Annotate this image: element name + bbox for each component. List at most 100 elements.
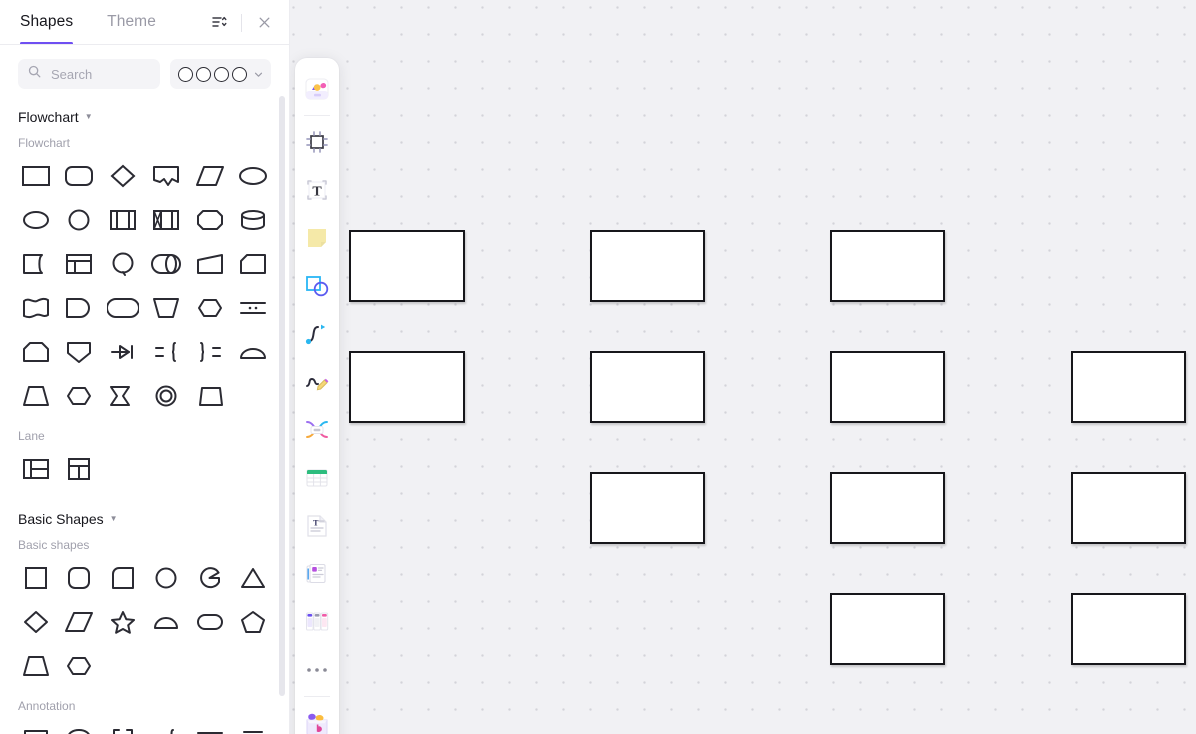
shape-arrow-flag[interactable] [101, 330, 145, 374]
search-input[interactable] [49, 65, 150, 83]
color-swatch-3[interactable] [214, 66, 229, 82]
shape-skewed-parallelogram[interactable] [188, 374, 232, 418]
shape-brackets[interactable] [101, 717, 145, 734]
color-swatch-4[interactable] [232, 66, 247, 82]
shape-card-notched[interactable] [232, 242, 276, 286]
shape-database-cylinder[interactable] [232, 198, 276, 242]
shape-ellipse-terminator[interactable] [232, 154, 276, 198]
shape-lane-vertical[interactable] [58, 447, 102, 491]
shape-lane-horizontal[interactable] [14, 447, 58, 491]
tool-kanban-board[interactable] [297, 598, 337, 646]
canvas-rect-r1c1[interactable] [349, 230, 465, 302]
shape-chevron-arrow[interactable] [101, 374, 145, 418]
shape-pill-ellipse[interactable] [188, 600, 232, 644]
tool-more[interactable] [297, 646, 337, 694]
tool-mind-map[interactable] [297, 406, 337, 454]
shape-curly-up-annotation[interactable] [232, 717, 276, 734]
tool-templates[interactable] [297, 699, 337, 734]
canvas-rect-r4c3[interactable] [830, 593, 945, 665]
shape-callout-round[interactable] [58, 717, 102, 734]
shape-stored-data[interactable] [14, 242, 58, 286]
shape-shield-pentagon-down[interactable] [58, 330, 102, 374]
shape-predefined-process[interactable] [101, 198, 145, 242]
shape-one-corner-rounded-square[interactable] [101, 556, 145, 600]
shape-home-plate-up[interactable] [14, 330, 58, 374]
shape-square[interactable] [14, 556, 58, 600]
shape-magnetic-drum[interactable] [145, 242, 189, 286]
shape-direct-access-storage[interactable] [101, 242, 145, 286]
canvas-rect-r2c2[interactable] [590, 351, 705, 423]
shape-trapezoid[interactable] [14, 374, 58, 418]
tab-shapes[interactable]: Shapes [20, 1, 74, 45]
canvas-rect-r2c1[interactable] [349, 351, 465, 423]
shape-half-ellipse-dome[interactable] [232, 330, 276, 374]
tool-shapes-library[interactable] [297, 65, 337, 113]
shape-pentagon[interactable] [232, 600, 276, 644]
section-header-flowchart[interactable]: Flowchart ▼ [0, 89, 289, 125]
tool-document[interactable]: T [297, 502, 337, 550]
canvas-rect-r2c3[interactable] [830, 351, 945, 423]
shape-triangle[interactable] [232, 556, 276, 600]
shape-process-rectangle[interactable] [14, 154, 58, 198]
color-swatch-group[interactable] [170, 59, 271, 89]
search-box[interactable] [18, 59, 160, 89]
canvas[interactable]: T T [290, 0, 1196, 734]
shape-brace-right[interactable] [145, 717, 189, 734]
tool-connector[interactable] [297, 310, 337, 358]
canvas-rect-r2c4[interactable] [1071, 351, 1186, 423]
shapes-scroll-area[interactable]: Flowchart ▼ Flowchart [0, 45, 289, 734]
shape-pie-slice[interactable] [188, 556, 232, 600]
shape-parallelogram[interactable] [58, 600, 102, 644]
chevron-down-icon[interactable]: ▼ [85, 113, 93, 121]
shape-circle-connector[interactable] [58, 198, 102, 242]
chevron-down-icon[interactable] [253, 69, 264, 80]
canvas-rect-r3c3[interactable] [830, 472, 945, 544]
shape-circle[interactable] [145, 556, 189, 600]
shape-document[interactable] [145, 154, 189, 198]
shape-oval[interactable] [14, 198, 58, 242]
shape-internal-storage-hatched[interactable] [145, 198, 189, 242]
canvas-rect-r4c4[interactable] [1071, 593, 1186, 665]
color-swatch-1[interactable] [178, 66, 193, 82]
shape-rounded-square[interactable] [58, 556, 102, 600]
panel-scrollbar[interactable] [279, 96, 285, 696]
tool-basic-shapes[interactable] [297, 262, 337, 310]
canvas-rect-r3c2[interactable] [590, 472, 705, 544]
shape-star[interactable] [101, 600, 145, 644]
shape-trapezoid-manual-operation[interactable] [188, 242, 232, 286]
shape-diamond[interactable] [14, 600, 58, 644]
tool-sticky-note[interactable] [297, 214, 337, 262]
shape-octagon-preparation[interactable] [188, 198, 232, 242]
shape-summing-junction-lines[interactable] [232, 286, 276, 330]
shape-decision-diamond[interactable] [101, 154, 145, 198]
sort-list-icon[interactable] [208, 12, 230, 34]
section-header-basic-shapes[interactable]: Basic Shapes ▼ [0, 491, 289, 527]
shape-delay-capsule[interactable] [101, 286, 145, 330]
color-swatch-2[interactable] [196, 66, 211, 82]
shape-parallelogram-data[interactable] [188, 154, 232, 198]
tool-frame[interactable] [297, 118, 337, 166]
close-icon[interactable] [253, 12, 275, 34]
shape-multi-document-wave[interactable] [14, 286, 58, 330]
chevron-down-icon[interactable]: ▼ [110, 515, 118, 523]
shape-double-circle-connector[interactable] [145, 374, 189, 418]
shape-manual-input-trapezoid[interactable] [145, 286, 189, 330]
tab-theme[interactable]: Theme [107, 1, 156, 44]
canvas-rect-r1c3[interactable] [830, 230, 945, 302]
tool-card-stack[interactable] [297, 550, 337, 598]
shape-callout-rectangle[interactable] [14, 717, 58, 734]
canvas-rect-r1c2[interactable] [590, 230, 705, 302]
tool-table[interactable] [297, 454, 337, 502]
shape-hexagon-basic[interactable] [58, 644, 102, 688]
tool-text[interactable]: T [297, 166, 337, 214]
shape-hexagon[interactable] [58, 374, 102, 418]
shape-hexagon-preparation[interactable] [188, 286, 232, 330]
shape-or-brace-right[interactable] [145, 330, 189, 374]
shape-semicircle[interactable] [145, 600, 189, 644]
shape-or-brace-left[interactable] [188, 330, 232, 374]
shape-curly-down-annotation[interactable] [188, 717, 232, 734]
shape-trapezoid-basic[interactable] [14, 644, 58, 688]
tool-pen[interactable] [297, 358, 337, 406]
shape-window-card[interactable] [58, 242, 102, 286]
canvas-rect-r3c4[interactable] [1071, 472, 1186, 544]
